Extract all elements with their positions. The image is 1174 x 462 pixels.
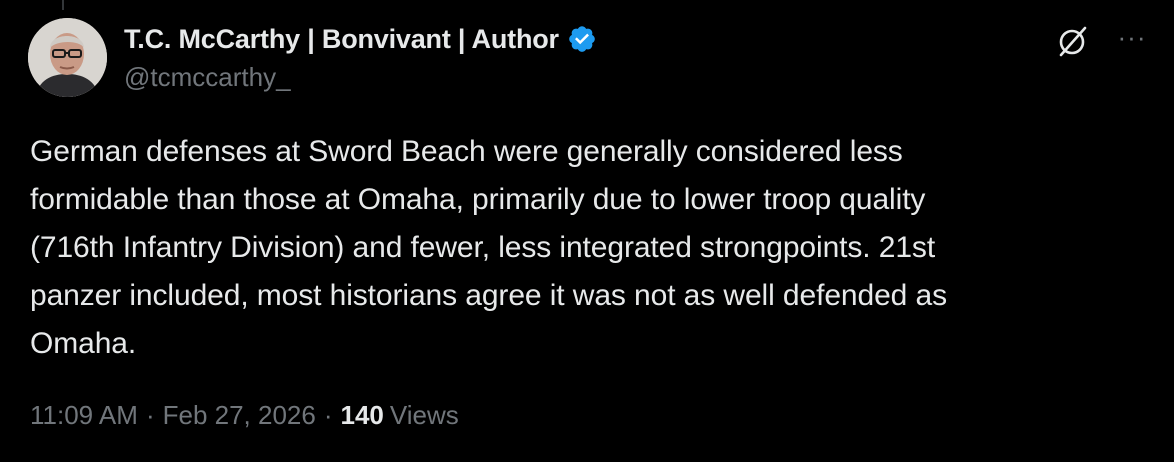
tweet-text: German defenses at Sword Beach were gene… — [30, 135, 947, 360]
avatar-image — [28, 18, 107, 97]
views-label[interactable]: Views — [390, 400, 459, 431]
more-options-icon[interactable]: ··· — [1114, 22, 1150, 58]
name-row: T.C. McCarthy | Bonvivant | Author — [124, 21, 597, 57]
tweet-header: T.C. McCarthy | Bonvivant | Author @tcmc… — [28, 18, 1154, 102]
author-display-name[interactable]: T.C. McCarthy | Bonvivant | Author — [124, 24, 559, 55]
meta-separator: · — [145, 400, 155, 430]
thread-connector-line — [62, 0, 64, 10]
meta-separator: · — [323, 400, 333, 430]
author-handle[interactable]: @tcmccarthy_ — [124, 62, 291, 93]
tweet-date[interactable]: Feb 27, 2026 — [163, 400, 316, 431]
verified-badge-icon[interactable] — [567, 24, 597, 54]
views-count[interactable]: 140 — [341, 400, 384, 431]
avatar[interactable] — [28, 18, 107, 97]
grok-icon[interactable] — [1054, 22, 1092, 60]
tweet-time[interactable]: 11:09 AM — [30, 400, 138, 431]
tweet-meta: 11:09 AM · Feb 27, 2026 · 140 Views — [30, 400, 459, 431]
